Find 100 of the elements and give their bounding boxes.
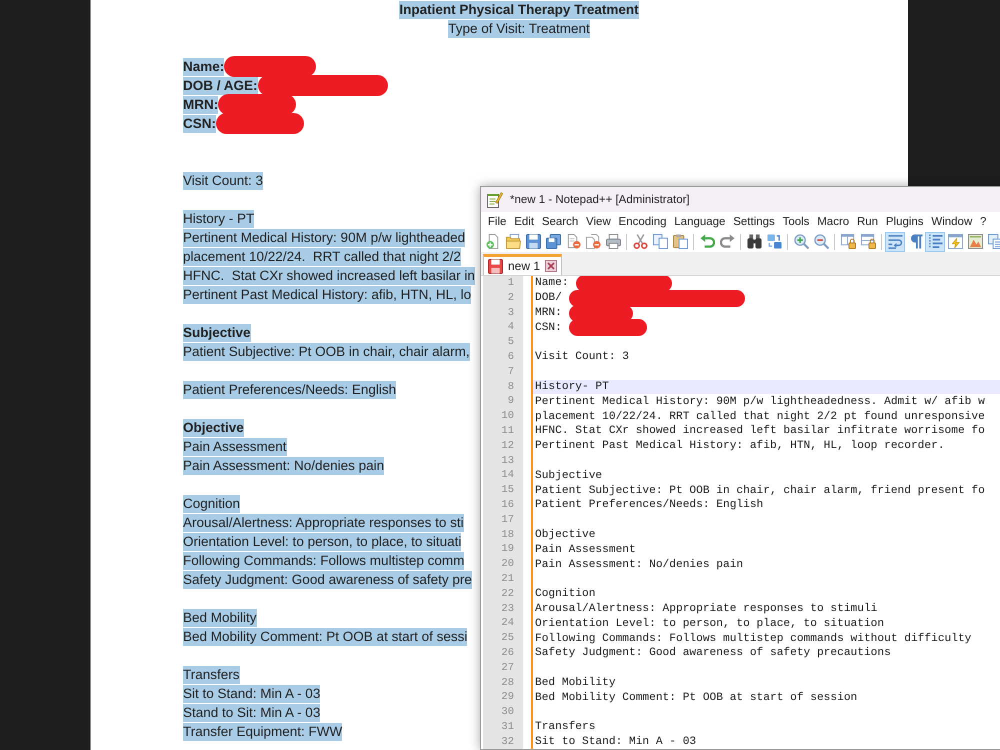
code-line: Bed Mobility [535,676,616,690]
open-file-button[interactable] [503,232,523,252]
line-number: 22 [500,586,515,602]
map-icon [968,234,982,249]
code-line: HFNC. Stat CXr showed increased left basilar infitrate worrisome fo [535,424,985,438]
menu-item[interactable]: Encoding [614,214,670,230]
field-label: MRN: [183,96,218,114]
undo-icon [700,234,714,249]
menu-item[interactable]: Tools [778,214,814,230]
line-number: 10 [500,409,515,424]
code-line: History- PT [535,380,609,394]
save-all-icon [546,234,560,249]
file-tab[interactable]: new 1 [483,254,562,275]
zoom-in-icon [794,234,808,249]
document-minus-icon [566,234,580,249]
line-number: 6 [506,350,515,365]
line-number: 18 [500,528,515,542]
copy-icon [652,234,668,249]
field-label: CSN: [183,114,216,132]
code-line: MRN: [535,306,562,320]
code-line: Safety Judgment: Good awareness of safety precautions [535,646,891,660]
code-line: Transfers [535,720,596,734]
window-lock-icon [840,234,856,249]
code-line: Pertinent Past Medical History: afib, HTN, HL, loop recorder. [535,439,945,454]
user-language-button[interactable] [945,232,965,252]
menu-item[interactable]: View [582,214,615,230]
code-line: Arousal/Alertness: Appropriate responses to stimuli [535,602,878,616]
line-number: 14 [500,468,515,484]
window-lock-icon [860,234,876,249]
menu-item[interactable]: Macro [813,214,854,230]
save-button[interactable] [523,232,543,252]
line-number: 16 [500,498,515,513]
close-icon[interactable] [545,260,558,272]
document-title: Inpatient Physical Therapy Treatment [399,0,639,18]
save-all-button[interactable] [543,232,563,252]
code-line: Pain Assessment: No/denies pain [535,558,744,572]
close-all-button[interactable] [583,232,603,252]
menu-item[interactable]: ? [976,214,990,230]
binoculars-icon [746,234,762,249]
code-line: CSN: [535,320,562,335]
menu-item[interactable]: Settings [729,214,779,230]
line-number: 27 [500,660,515,676]
line-number: 12 [500,438,515,454]
visit-type-text: Type of Visit: Treatment [448,20,590,38]
line-number: 11 [500,424,515,439]
copy-button[interactable] [650,232,670,252]
menu-item[interactable]: Run [853,214,882,230]
menu-item[interactable]: Plugins [882,214,928,230]
menu-item[interactable]: Search [538,214,582,230]
code-line: Patient Preferences/Needs: English [535,498,764,512]
line-number: 8 [506,380,515,394]
save-icon [526,234,540,249]
line-number: 9 [506,394,515,410]
line-number: 4 [506,320,515,336]
code-line: Objective [535,528,596,542]
code-line: Orientation Level: to person, to place, to situation [535,616,884,631]
field-label: DOB / AGE: [183,76,258,94]
line-number: 24 [500,616,515,632]
line-number: 31 [500,720,515,735]
line-number: 3 [506,306,515,320]
paste-button[interactable] [670,232,690,252]
line-number: 2 [506,290,515,306]
line-number: 7 [506,364,515,380]
code-line: Bed Mobility Comment: Pt OOB at start of session [535,690,858,705]
word-wrap-icon [888,234,902,249]
notepad-pencil-icon [487,192,503,208]
indent-guide-button[interactable] [925,232,945,252]
code-line: Cognition [535,587,596,602]
indent-guide-icon [928,234,942,249]
line-number: 21 [500,572,515,587]
code-line: placement 10/22/24. RRT called that night 2/2 pt found unresponsive [535,410,985,424]
document-map-button[interactable] [965,232,985,252]
line-number: 13 [500,454,515,468]
menu-item[interactable]: File [484,214,510,230]
menu-item[interactable]: Edit [510,214,538,230]
print-button[interactable] [603,232,623,252]
code-line: Subjective [535,468,602,483]
new-file-icon [486,234,500,249]
code-line: Pertinent Medical History: 90M p/w lightheadedness. Admit w/ afib w [535,394,985,409]
sync-vertical-button[interactable] [838,232,858,252]
sync-horizontal-button[interactable] [858,232,878,252]
line-number: 19 [500,542,515,558]
section-heading: Objective [183,418,244,436]
line-number: 32 [500,734,515,749]
window-title: *new 1 - Notepad++ [Administrator] [510,194,690,206]
menu-item[interactable]: Language [670,214,730,230]
section-heading: Subjective [183,324,251,342]
line-number: 26 [500,646,515,661]
redo-icon [720,234,734,249]
line-number: 29 [500,690,515,706]
menu-item[interactable]: Window [927,214,976,230]
function-list-button[interactable] [985,232,1000,252]
word-wrap-button[interactable] [885,232,905,252]
code-line: Following Commands: Follows multistep commands without difficulty [535,632,972,646]
field-label: Name: [183,58,224,76]
code-line: Visit Count: 3 [535,350,629,364]
code-line: Sit to Stand: Min A - 03 [535,735,696,749]
line-number: 30 [500,705,515,720]
line-number: 15 [500,483,515,498]
lightning-window-icon [948,234,962,249]
